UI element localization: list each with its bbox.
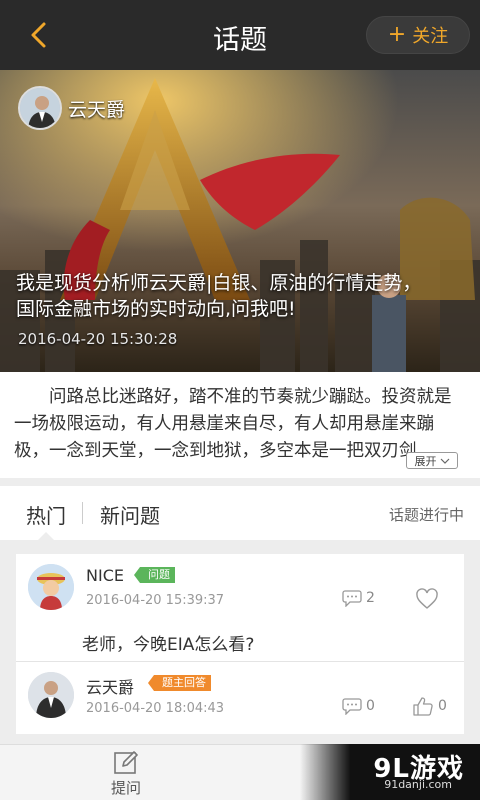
ask-label: 提问: [110, 779, 141, 797]
comment-icon: [342, 698, 362, 715]
tab-bar: 热门 新问题 话题进行中: [0, 486, 480, 540]
heart-icon[interactable]: [415, 588, 439, 610]
tab-divider: [82, 502, 83, 524]
comment-count[interactable]: 2: [342, 589, 375, 607]
post-time: 2016-04-20 18:04:43: [86, 701, 225, 716]
question-text: 老师，今晚EIA怎么看?: [82, 635, 255, 655]
username: NICE: [86, 566, 124, 585]
comment-count[interactable]: 0: [342, 697, 375, 715]
thumbs-up-icon: [413, 697, 433, 716]
host-answer-badge: 题主回答: [148, 675, 211, 691]
expand-label: 展开: [414, 454, 437, 468]
person-avatar-image: [28, 672, 74, 718]
qa-list: NICE 问题 2016-04-20 15:39:37 2 老师，今晚EIA怎么…: [16, 554, 464, 734]
comment-icon: [342, 590, 362, 607]
comment-count-value: 2: [366, 590, 375, 606]
watermark-site: 91danji.com: [384, 778, 452, 791]
comment-count-value: 0: [366, 698, 375, 714]
author-name: 云天爵: [68, 99, 126, 121]
author-avatar[interactable]: [18, 86, 62, 130]
description-text: 问路总比迷路好，踏不准的节奏就少蹦跶。投资就是一场极限运动，有人用悬崖来自尽，有…: [14, 387, 452, 461]
topic-description: 问路总比迷路好，踏不准的节奏就少蹦跶。投资就是一场极限运动，有人用悬崖来自尽，有…: [0, 372, 480, 478]
follow-button[interactable]: + 关注: [366, 16, 470, 54]
username: 云天爵: [86, 678, 135, 697]
topic-timestamp: 2016-04-20 15:30:28: [18, 330, 178, 348]
chevron-down-icon: [440, 458, 449, 464]
like-count-value: 0: [438, 698, 447, 714]
post-time: 2016-04-20 15:39:37: [86, 593, 225, 608]
ask-button[interactable]: 提问: [102, 749, 150, 799]
cartoon-avatar-image: [28, 564, 74, 610]
edit-icon: [114, 751, 138, 774]
plus-icon: +: [387, 22, 407, 47]
avatar[interactable]: [28, 672, 74, 718]
list-item[interactable]: NICE 问题 2016-04-20 15:39:37 2 老师，今晚EIA怎么…: [16, 554, 464, 662]
topic-banner: 云天爵 我是现货分析师云天爵|白银、原油的行情走势，国际金融市场的实时动向,问我…: [0, 70, 480, 372]
expand-button[interactable]: 展开: [406, 452, 458, 469]
top-bar: 话题 + 关注: [0, 0, 480, 70]
question-badge: 问题: [134, 567, 175, 583]
watermark: 9L游戏 91danji.com: [300, 744, 480, 800]
active-tab-indicator: [37, 532, 55, 541]
tab-new-questions[interactable]: 新问题: [100, 500, 160, 529]
avatar[interactable]: [28, 564, 74, 610]
topic-title: 我是现货分析师云天爵|白银、原油的行情走势，国际金融市场的实时动向,问我吧!: [16, 272, 422, 320]
topic-status: 话题进行中: [388, 506, 464, 524]
like-count[interactable]: 0: [412, 696, 447, 716]
tab-hot[interactable]: 热门: [26, 500, 66, 529]
follow-label: 关注: [412, 26, 449, 47]
list-item[interactable]: 云天爵 题主回答 2016-04-20 18:04:43 0 0: [16, 662, 464, 734]
